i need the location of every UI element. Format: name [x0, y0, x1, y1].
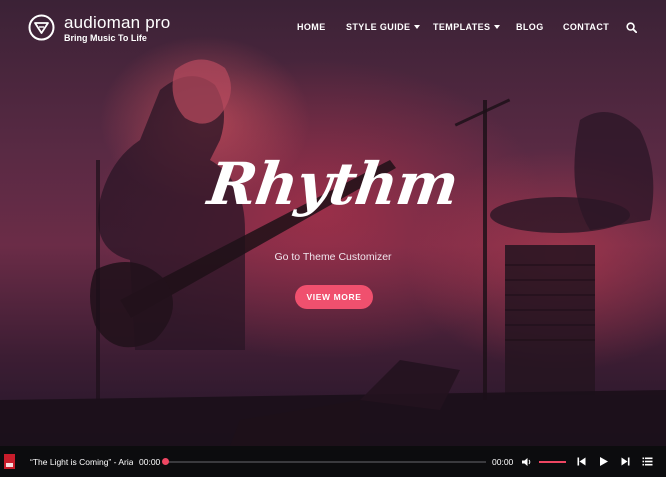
brand-tagline: Bring Music To Life — [64, 33, 147, 43]
hero-title: Rhythm — [204, 150, 462, 218]
chevron-down-icon — [414, 25, 421, 29]
volume-icon[interactable] — [521, 457, 532, 467]
hero-banner: audioman pro Bring Music To Life HOME ST… — [0, 0, 666, 446]
duration-time: 00:00 — [492, 457, 514, 467]
previous-icon[interactable] — [576, 456, 587, 467]
seek-handle[interactable] — [162, 458, 169, 465]
nav-item-label: CONTACT — [563, 22, 610, 32]
logo-icon[interactable] — [28, 14, 55, 41]
hero-background-image — [0, 59, 666, 446]
current-time: 00:00 — [139, 457, 161, 467]
search-icon[interactable] — [626, 22, 637, 33]
nav-item-label: TEMPLATES — [433, 22, 491, 32]
seek-bar[interactable] — [165, 461, 486, 463]
nav-item-label: STYLE GUIDE — [346, 22, 411, 32]
track-title: “The Light is Coming” - Arian… — [30, 457, 133, 467]
audio-player-bar: “The Light is Coming” - Arian… 00:00 00:… — [0, 446, 666, 477]
nav-item-blog[interactable]: BLOG — [516, 22, 544, 32]
brand-name[interactable]: audioman pro — [64, 13, 170, 33]
play-icon[interactable] — [598, 456, 609, 467]
view-more-button[interactable]: VIEW MORE — [295, 285, 373, 309]
nav-item-home[interactable]: HOME — [297, 22, 326, 32]
nav-item-style-guide[interactable]: STYLE GUIDE — [346, 22, 421, 32]
volume-slider[interactable] — [539, 461, 566, 463]
nav-item-label: HOME — [297, 22, 326, 32]
nav-item-label: BLOG — [516, 22, 544, 32]
playlist-icon[interactable] — [642, 456, 653, 467]
hero-subtitle[interactable]: Go to Theme Customizer — [0, 251, 666, 263]
next-icon[interactable] — [620, 456, 631, 467]
chevron-down-icon — [494, 25, 501, 29]
nav-item-templates[interactable]: TEMPLATES — [433, 22, 501, 32]
nav-item-contact[interactable]: CONTACT — [563, 22, 609, 32]
track-thumbnail — [4, 454, 15, 469]
